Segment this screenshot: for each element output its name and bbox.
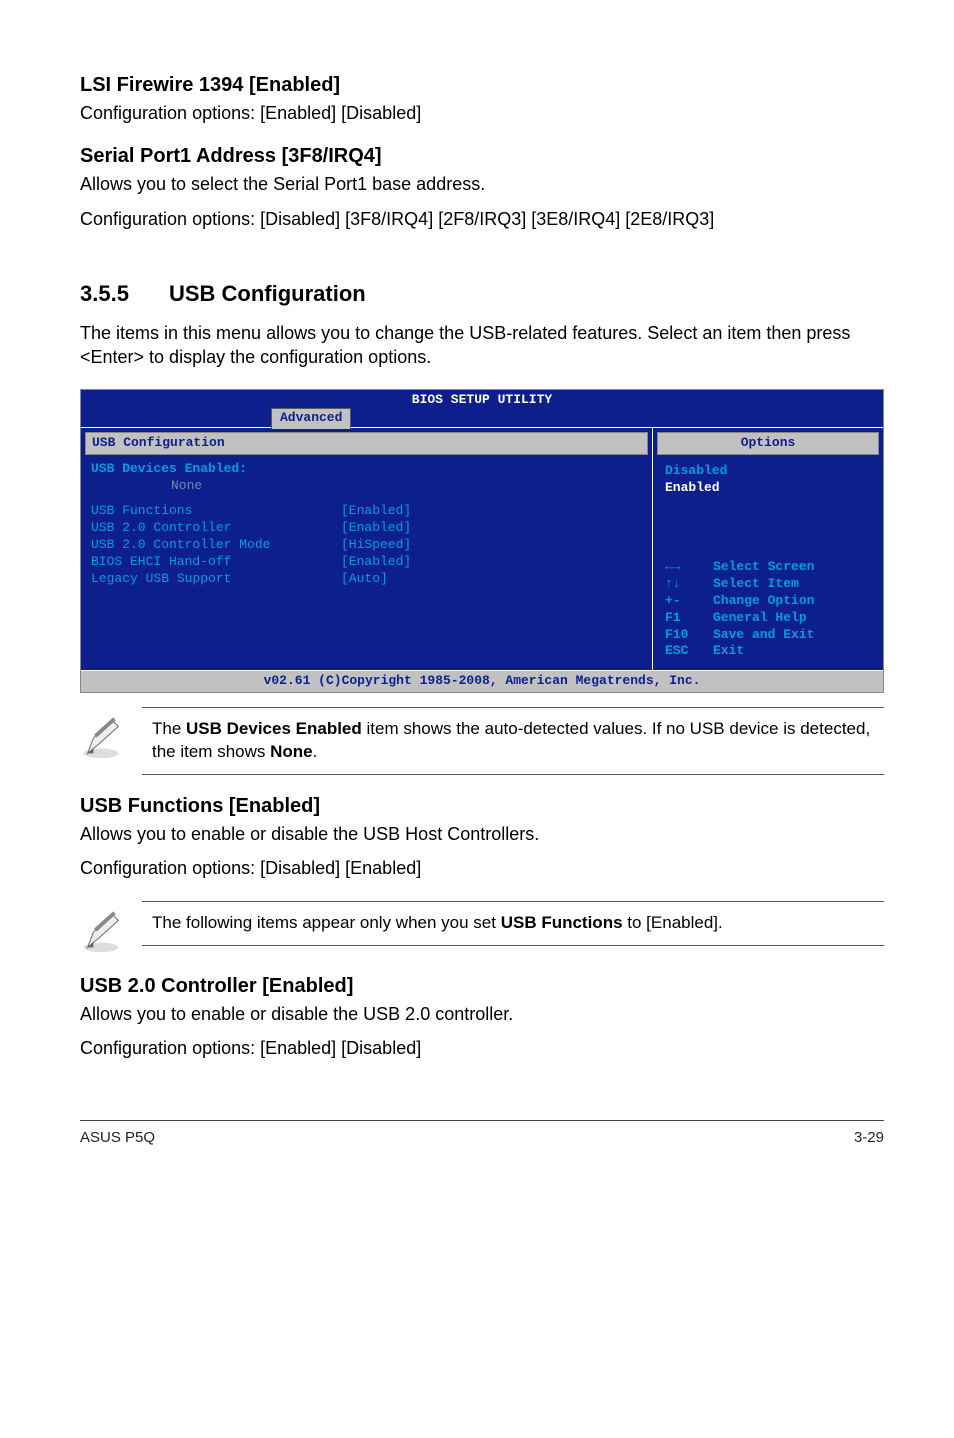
bios-row-val: [Enabled] bbox=[341, 520, 411, 537]
body-serial-1: Allows you to select the Serial Port1 ba… bbox=[80, 172, 884, 196]
bios-help-key: F1 bbox=[665, 610, 713, 627]
note-text-frag: to [Enabled]. bbox=[623, 913, 723, 932]
bios-tab-advanced: Advanced bbox=[271, 408, 351, 429]
note-text-bold: USB Functions bbox=[501, 913, 623, 932]
bios-help-key: ↑↓ bbox=[665, 576, 713, 593]
heading-usb-functions: USB Functions [Enabled] bbox=[80, 795, 884, 818]
page-footer: ASUS P5Q 3-29 bbox=[80, 1120, 884, 1146]
bios-help-block: ←→Select Screen ↑↓Select Item +-Change O… bbox=[653, 555, 883, 670]
bios-opt-disabled: Disabled bbox=[665, 463, 873, 480]
note-text: The following items appear only when you… bbox=[142, 901, 884, 946]
heading-lsi: LSI Firewire 1394 [Enabled] bbox=[80, 74, 884, 97]
bios-row-key: BIOS EHCI Hand-off bbox=[91, 554, 341, 571]
heading-serial: Serial Port1 Address [3F8/IRQ4] bbox=[80, 145, 884, 168]
note-text-bold: None bbox=[270, 742, 313, 761]
bios-row: BIOS EHCI Hand-off [Enabled] bbox=[91, 554, 642, 571]
heading-usb20-controller: USB 2.0 Controller [Enabled] bbox=[80, 975, 884, 998]
section-title: USB Configuration bbox=[169, 281, 366, 306]
bios-help-val: Select Item bbox=[713, 576, 799, 593]
body-usb-func-1: Allows you to enable or disable the USB … bbox=[80, 822, 884, 846]
bios-row-val: [Enabled] bbox=[341, 503, 411, 520]
bios-row-val: [HiSpeed] bbox=[341, 537, 411, 554]
body-usb-config: The items in this menu allows you to cha… bbox=[80, 321, 884, 370]
bios-help-key: F10 bbox=[665, 627, 713, 644]
bios-help-key: ESC bbox=[665, 643, 713, 660]
bios-screenshot: BIOS SETUP UTILITY Advanced USB Configur… bbox=[80, 389, 884, 693]
bios-opt-enabled: Enabled bbox=[665, 480, 873, 497]
bios-help-key: +- bbox=[665, 593, 713, 610]
bios-row-key: USB 2.0 Controller Mode bbox=[91, 537, 341, 554]
note-text-frag: The following items appear only when you… bbox=[152, 913, 501, 932]
pencil-icon bbox=[80, 909, 126, 955]
bios-row: USB Functions [Enabled] bbox=[91, 503, 642, 520]
bios-help-key: ←→ bbox=[665, 559, 713, 576]
bios-footer: v02.61 (C)Copyright 1985-2008, American … bbox=[81, 670, 883, 692]
body-serial-2: Configuration options: [Disabled] [3F8/I… bbox=[80, 207, 884, 231]
bios-help-val: Change Option bbox=[713, 593, 814, 610]
footer-right: 3-29 bbox=[854, 1129, 884, 1146]
bios-title: BIOS SETUP UTILITY bbox=[81, 390, 883, 409]
pencil-icon bbox=[80, 715, 126, 761]
bios-devices-value: None bbox=[91, 478, 642, 495]
bios-left-pane: USB Configuration USB Devices Enabled: N… bbox=[81, 428, 653, 670]
note-usb-functions: The following items appear only when you… bbox=[80, 901, 884, 955]
note-text-frag: The bbox=[152, 719, 186, 738]
bios-right-heading: Options bbox=[657, 432, 879, 455]
note-text: The USB Devices Enabled item shows the a… bbox=[142, 707, 884, 775]
bios-row-val: [Enabled] bbox=[341, 554, 411, 571]
bios-row: USB 2.0 Controller Mode [HiSpeed] bbox=[91, 537, 642, 554]
body-usb-func-2: Configuration options: [Disabled] [Enabl… bbox=[80, 856, 884, 880]
bios-row-key: USB Functions bbox=[91, 503, 341, 520]
bios-row: USB 2.0 Controller [Enabled] bbox=[91, 520, 642, 537]
note-usb-devices: The USB Devices Enabled item shows the a… bbox=[80, 707, 884, 775]
bios-help-val: Exit bbox=[713, 643, 744, 660]
body-usb20-1: Allows you to enable or disable the USB … bbox=[80, 1002, 884, 1026]
bios-left-heading: USB Configuration bbox=[85, 432, 648, 455]
bios-row-key: USB 2.0 Controller bbox=[91, 520, 341, 537]
bios-help-val: Save and Exit bbox=[713, 627, 814, 644]
note-text-bold: USB Devices Enabled bbox=[186, 719, 362, 738]
bios-help-val: General Help bbox=[713, 610, 807, 627]
body-usb20-2: Configuration options: [Enabled] [Disabl… bbox=[80, 1036, 884, 1060]
bios-right-pane: Options Disabled Enabled ←→Select Screen… bbox=[653, 428, 883, 670]
bios-row: Legacy USB Support [Auto] bbox=[91, 571, 642, 588]
bios-row-val: [Auto] bbox=[341, 571, 388, 588]
bios-devices-label: USB Devices Enabled: bbox=[91, 461, 642, 478]
heading-usb-config: 3.5.5 USB Configuration bbox=[80, 281, 884, 307]
footer-left: ASUS P5Q bbox=[80, 1129, 155, 1146]
section-number: 3.5.5 bbox=[80, 281, 129, 307]
note-text-frag: . bbox=[313, 742, 318, 761]
body-lsi: Configuration options: [Enabled] [Disabl… bbox=[80, 101, 884, 125]
bios-row-key: Legacy USB Support bbox=[91, 571, 341, 588]
bios-help-val: Select Screen bbox=[713, 559, 814, 576]
